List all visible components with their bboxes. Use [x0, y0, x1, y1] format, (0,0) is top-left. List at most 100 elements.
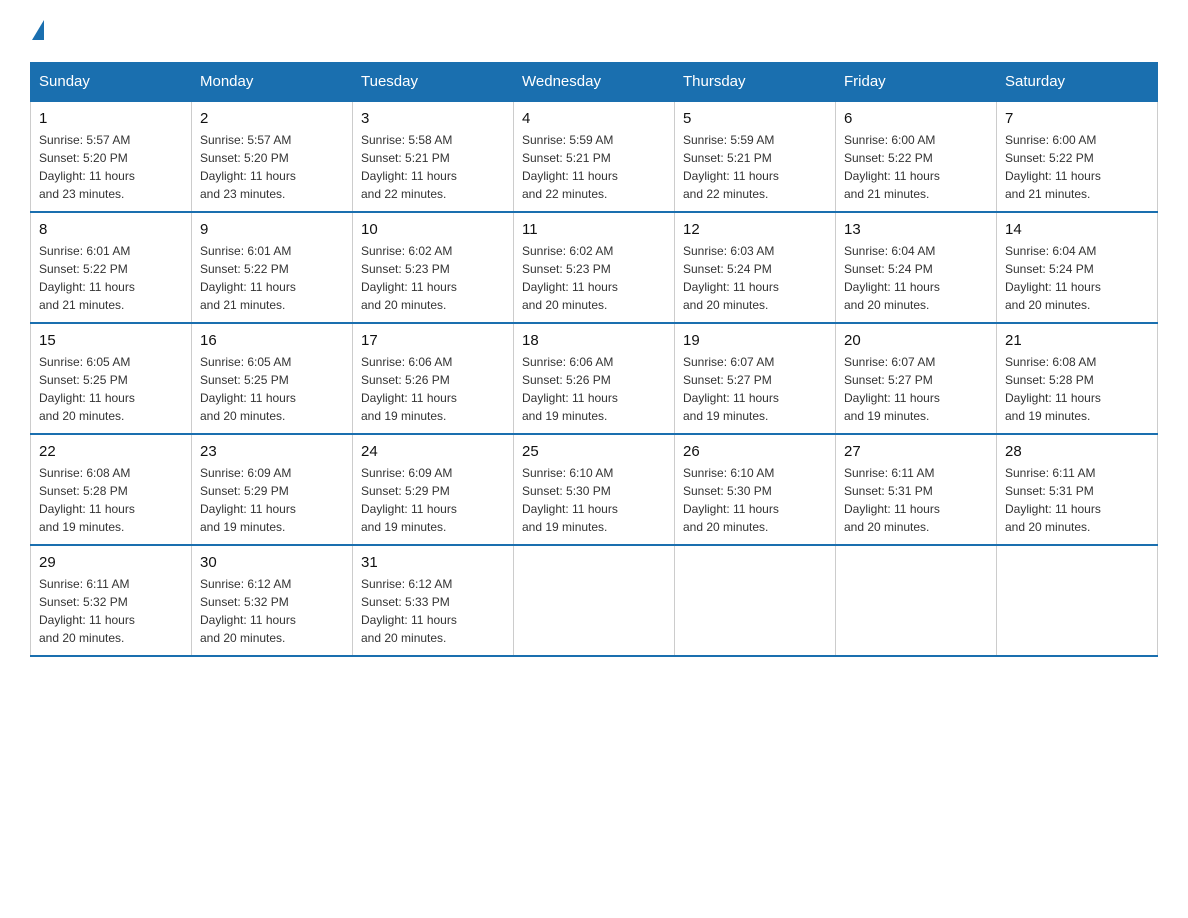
logo-triangle-icon [32, 20, 44, 40]
day-info: Sunrise: 6:09 AM Sunset: 5:29 PM Dayligh… [200, 464, 344, 536]
calendar-week-1: 1 Sunrise: 5:57 AM Sunset: 5:20 PM Dayli… [31, 101, 1158, 212]
calendar-week-2: 8 Sunrise: 6:01 AM Sunset: 5:22 PM Dayli… [31, 212, 1158, 323]
calendar-cell: 12 Sunrise: 6:03 AM Sunset: 5:24 PM Dayl… [675, 212, 836, 323]
day-number: 15 [39, 332, 183, 349]
calendar-cell: 21 Sunrise: 6:08 AM Sunset: 5:28 PM Dayl… [997, 323, 1158, 434]
day-info: Sunrise: 6:05 AM Sunset: 5:25 PM Dayligh… [200, 353, 344, 425]
day-info: Sunrise: 6:06 AM Sunset: 5:26 PM Dayligh… [361, 353, 505, 425]
calendar-cell: 17 Sunrise: 6:06 AM Sunset: 5:26 PM Dayl… [353, 323, 514, 434]
day-number: 25 [522, 443, 666, 460]
day-number: 19 [683, 332, 827, 349]
day-info: Sunrise: 6:10 AM Sunset: 5:30 PM Dayligh… [522, 464, 666, 536]
day-info: Sunrise: 6:04 AM Sunset: 5:24 PM Dayligh… [1005, 242, 1149, 314]
day-number: 20 [844, 332, 988, 349]
day-info: Sunrise: 6:01 AM Sunset: 5:22 PM Dayligh… [200, 242, 344, 314]
calendar-cell: 25 Sunrise: 6:10 AM Sunset: 5:30 PM Dayl… [514, 434, 675, 545]
day-info: Sunrise: 5:59 AM Sunset: 5:21 PM Dayligh… [683, 131, 827, 203]
day-info: Sunrise: 6:09 AM Sunset: 5:29 PM Dayligh… [361, 464, 505, 536]
day-info: Sunrise: 6:08 AM Sunset: 5:28 PM Dayligh… [1005, 353, 1149, 425]
day-info: Sunrise: 6:02 AM Sunset: 5:23 PM Dayligh… [361, 242, 505, 314]
calendar-cell: 13 Sunrise: 6:04 AM Sunset: 5:24 PM Dayl… [836, 212, 997, 323]
day-info: Sunrise: 6:02 AM Sunset: 5:23 PM Dayligh… [522, 242, 666, 314]
day-info: Sunrise: 5:57 AM Sunset: 5:20 PM Dayligh… [39, 131, 183, 203]
calendar-cell: 9 Sunrise: 6:01 AM Sunset: 5:22 PM Dayli… [192, 212, 353, 323]
calendar-cell: 5 Sunrise: 5:59 AM Sunset: 5:21 PM Dayli… [675, 101, 836, 212]
weekday-header-row: SundayMondayTuesdayWednesdayThursdayFrid… [31, 63, 1158, 102]
calendar-cell: 24 Sunrise: 6:09 AM Sunset: 5:29 PM Dayl… [353, 434, 514, 545]
day-number: 5 [683, 110, 827, 127]
day-number: 4 [522, 110, 666, 127]
calendar-cell: 30 Sunrise: 6:12 AM Sunset: 5:32 PM Dayl… [192, 545, 353, 656]
day-number: 21 [1005, 332, 1149, 349]
day-info: Sunrise: 6:12 AM Sunset: 5:33 PM Dayligh… [361, 575, 505, 647]
day-info: Sunrise: 6:03 AM Sunset: 5:24 PM Dayligh… [683, 242, 827, 314]
day-info: Sunrise: 6:07 AM Sunset: 5:27 PM Dayligh… [844, 353, 988, 425]
day-number: 8 [39, 221, 183, 238]
day-number: 14 [1005, 221, 1149, 238]
calendar-cell: 14 Sunrise: 6:04 AM Sunset: 5:24 PM Dayl… [997, 212, 1158, 323]
weekday-header-saturday: Saturday [997, 63, 1158, 102]
calendar-cell: 16 Sunrise: 6:05 AM Sunset: 5:25 PM Dayl… [192, 323, 353, 434]
day-number: 2 [200, 110, 344, 127]
calendar-cell [997, 545, 1158, 656]
day-number: 16 [200, 332, 344, 349]
day-info: Sunrise: 5:57 AM Sunset: 5:20 PM Dayligh… [200, 131, 344, 203]
day-number: 27 [844, 443, 988, 460]
day-number: 1 [39, 110, 183, 127]
day-info: Sunrise: 6:12 AM Sunset: 5:32 PM Dayligh… [200, 575, 344, 647]
calendar-cell: 6 Sunrise: 6:00 AM Sunset: 5:22 PM Dayli… [836, 101, 997, 212]
day-number: 22 [39, 443, 183, 460]
day-info: Sunrise: 6:11 AM Sunset: 5:31 PM Dayligh… [844, 464, 988, 536]
day-number: 17 [361, 332, 505, 349]
calendar-cell: 29 Sunrise: 6:11 AM Sunset: 5:32 PM Dayl… [31, 545, 192, 656]
day-info: Sunrise: 6:06 AM Sunset: 5:26 PM Dayligh… [522, 353, 666, 425]
day-number: 29 [39, 554, 183, 571]
calendar-cell: 31 Sunrise: 6:12 AM Sunset: 5:33 PM Dayl… [353, 545, 514, 656]
calendar-cell: 4 Sunrise: 5:59 AM Sunset: 5:21 PM Dayli… [514, 101, 675, 212]
day-number: 24 [361, 443, 505, 460]
day-number: 11 [522, 221, 666, 238]
calendar-cell: 20 Sunrise: 6:07 AM Sunset: 5:27 PM Dayl… [836, 323, 997, 434]
day-number: 7 [1005, 110, 1149, 127]
calendar-cell: 10 Sunrise: 6:02 AM Sunset: 5:23 PM Dayl… [353, 212, 514, 323]
day-number: 31 [361, 554, 505, 571]
day-info: Sunrise: 6:11 AM Sunset: 5:32 PM Dayligh… [39, 575, 183, 647]
day-info: Sunrise: 6:07 AM Sunset: 5:27 PM Dayligh… [683, 353, 827, 425]
calendar-week-3: 15 Sunrise: 6:05 AM Sunset: 5:25 PM Dayl… [31, 323, 1158, 434]
page-header [30, 20, 1158, 42]
calendar-cell [514, 545, 675, 656]
calendar-week-5: 29 Sunrise: 6:11 AM Sunset: 5:32 PM Dayl… [31, 545, 1158, 656]
day-info: Sunrise: 6:05 AM Sunset: 5:25 PM Dayligh… [39, 353, 183, 425]
day-number: 30 [200, 554, 344, 571]
day-number: 6 [844, 110, 988, 127]
calendar-cell: 28 Sunrise: 6:11 AM Sunset: 5:31 PM Dayl… [997, 434, 1158, 545]
day-number: 23 [200, 443, 344, 460]
day-number: 26 [683, 443, 827, 460]
calendar-cell: 7 Sunrise: 6:00 AM Sunset: 5:22 PM Dayli… [997, 101, 1158, 212]
day-info: Sunrise: 5:59 AM Sunset: 5:21 PM Dayligh… [522, 131, 666, 203]
weekday-header-sunday: Sunday [31, 63, 192, 102]
weekday-header-monday: Monday [192, 63, 353, 102]
calendar-cell: 2 Sunrise: 5:57 AM Sunset: 5:20 PM Dayli… [192, 101, 353, 212]
day-info: Sunrise: 6:00 AM Sunset: 5:22 PM Dayligh… [844, 131, 988, 203]
calendar-cell: 22 Sunrise: 6:08 AM Sunset: 5:28 PM Dayl… [31, 434, 192, 545]
day-info: Sunrise: 6:01 AM Sunset: 5:22 PM Dayligh… [39, 242, 183, 314]
day-number: 18 [522, 332, 666, 349]
day-info: Sunrise: 6:11 AM Sunset: 5:31 PM Dayligh… [1005, 464, 1149, 536]
day-number: 10 [361, 221, 505, 238]
calendar-cell [836, 545, 997, 656]
logo-text [30, 20, 44, 42]
calendar-cell: 15 Sunrise: 6:05 AM Sunset: 5:25 PM Dayl… [31, 323, 192, 434]
calendar-cell: 8 Sunrise: 6:01 AM Sunset: 5:22 PM Dayli… [31, 212, 192, 323]
weekday-header-friday: Friday [836, 63, 997, 102]
calendar-cell: 1 Sunrise: 5:57 AM Sunset: 5:20 PM Dayli… [31, 101, 192, 212]
weekday-header-wednesday: Wednesday [514, 63, 675, 102]
calendar-cell: 23 Sunrise: 6:09 AM Sunset: 5:29 PM Dayl… [192, 434, 353, 545]
day-number: 3 [361, 110, 505, 127]
day-number: 13 [844, 221, 988, 238]
day-info: Sunrise: 6:10 AM Sunset: 5:30 PM Dayligh… [683, 464, 827, 536]
weekday-header-thursday: Thursday [675, 63, 836, 102]
day-number: 28 [1005, 443, 1149, 460]
calendar-table: SundayMondayTuesdayWednesdayThursdayFrid… [30, 62, 1158, 657]
day-info: Sunrise: 6:04 AM Sunset: 5:24 PM Dayligh… [844, 242, 988, 314]
